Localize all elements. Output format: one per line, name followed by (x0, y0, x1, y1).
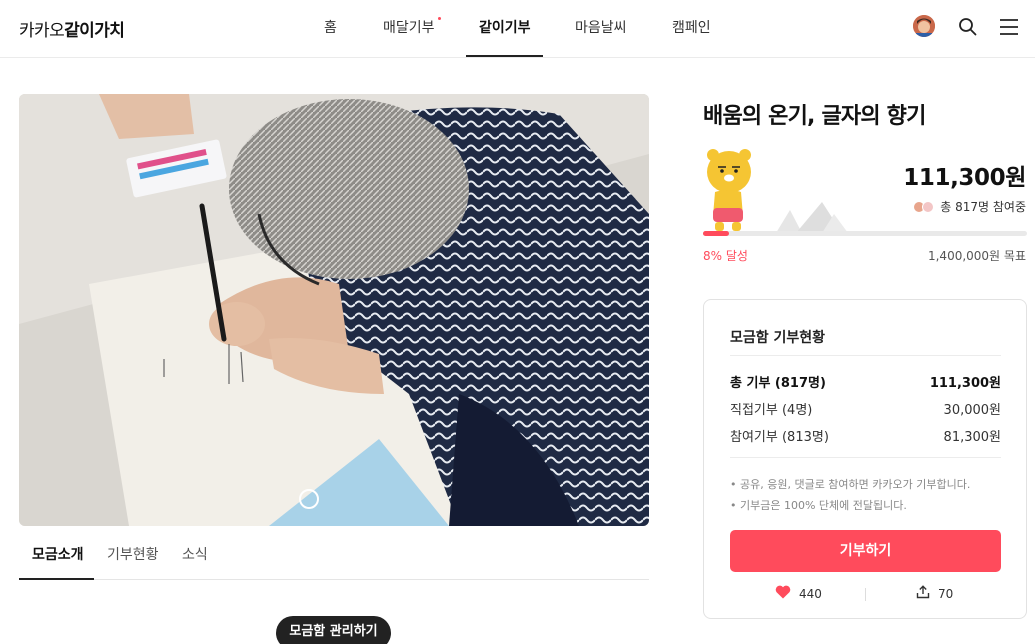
menu-icon[interactable] (999, 18, 1019, 40)
tab-donation-status[interactable]: 기부현황 (107, 544, 159, 564)
nav-item-weather[interactable]: 마음날씨 (575, 17, 627, 37)
row-label: 참여기부 (813명) (730, 430, 829, 445)
summary-row-total: 총 기부 (817명) 111,300원 (730, 372, 1001, 391)
participant-avatars-icon (913, 200, 935, 213)
row-value: 111,300원 (929, 376, 1001, 391)
ryan-character-icon (703, 146, 753, 232)
nav-item-home[interactable]: 홈 (324, 17, 337, 37)
card-title: 모금함 기부현황 (730, 330, 826, 346)
like-count: 440 (799, 586, 822, 601)
search-icon[interactable] (958, 17, 978, 41)
share-button[interactable]: 70 (916, 585, 953, 602)
card-actions: 440 70 (730, 585, 1001, 605)
row-label: 직접기부 (4명) (730, 403, 813, 418)
row-label: 총 기부 (817명) (730, 376, 826, 391)
logo-text-kakao: 카카오 (19, 21, 65, 41)
nav-item-campaign[interactable]: 캠페인 (672, 17, 711, 37)
info-note: • 기부금은 100% 단체에 전달됩니다. (730, 499, 907, 512)
info-note: • 공유, 응원, 댓글로 참여하면 카카오가 기부합니다. (730, 478, 971, 491)
active-nav-underline (466, 55, 543, 57)
summary-row-participation: 참여기부 (813명) 81,300원 (730, 426, 1001, 445)
active-tab-underline (19, 578, 94, 580)
manage-fundraiser-button[interactable]: 모금함 관리하기 (276, 616, 391, 644)
site-header: 카카오같이가치 홈 매달기부 같이기부 마음날씨 캠페인 (0, 0, 1035, 58)
progress-mountains-decoration (776, 200, 856, 233)
logo-text-gachigachi: 같이가치 (64, 21, 125, 41)
site-logo[interactable]: 카카오같이가치 (19, 16, 125, 41)
participants-count: 총 817명 참여중 (940, 200, 1026, 214)
divider (730, 355, 1001, 356)
summary-row-direct: 직접기부 (4명) 30,000원 (730, 399, 1001, 418)
tab-introduction[interactable]: 모금소개 (32, 544, 84, 564)
progress-percent: 8% 달성 (703, 249, 748, 263)
fundraiser-title: 배움의 온기, 글자의 향기 (703, 104, 926, 129)
row-value: 81,300원 (943, 430, 1001, 445)
heart-icon (775, 585, 791, 602)
share-icon (916, 585, 930, 602)
user-avatar[interactable] (913, 15, 935, 37)
donate-button[interactable]: 기부하기 (730, 530, 1001, 572)
tab-news[interactable]: 소식 (182, 544, 208, 564)
goal-amount: 1,400,000원 목표 (927, 249, 1026, 263)
progress-bar-fill (703, 231, 729, 236)
fundraiser-main-image (19, 94, 649, 526)
donation-summary-card: 모금함 기부현황 총 기부 (817명) 111,300원 직접기부 (4명) … (703, 299, 1027, 619)
divider (730, 457, 1001, 458)
progress-bar (703, 231, 1027, 236)
new-indicator-dot (438, 17, 441, 20)
raised-amount: 111,300원 (903, 165, 1026, 191)
nav-item-monthly[interactable]: 매달기부 (383, 17, 435, 37)
participants-info: 총 817명 참여중 (913, 198, 1026, 215)
content-tabs: 모금소개 기부현황 소식 (19, 530, 649, 580)
row-value: 30,000원 (943, 403, 1001, 418)
nav-item-together[interactable]: 같이기부 (479, 17, 531, 37)
like-button[interactable]: 440 (775, 585, 822, 602)
action-separator (865, 588, 866, 601)
share-count: 70 (938, 586, 954, 601)
